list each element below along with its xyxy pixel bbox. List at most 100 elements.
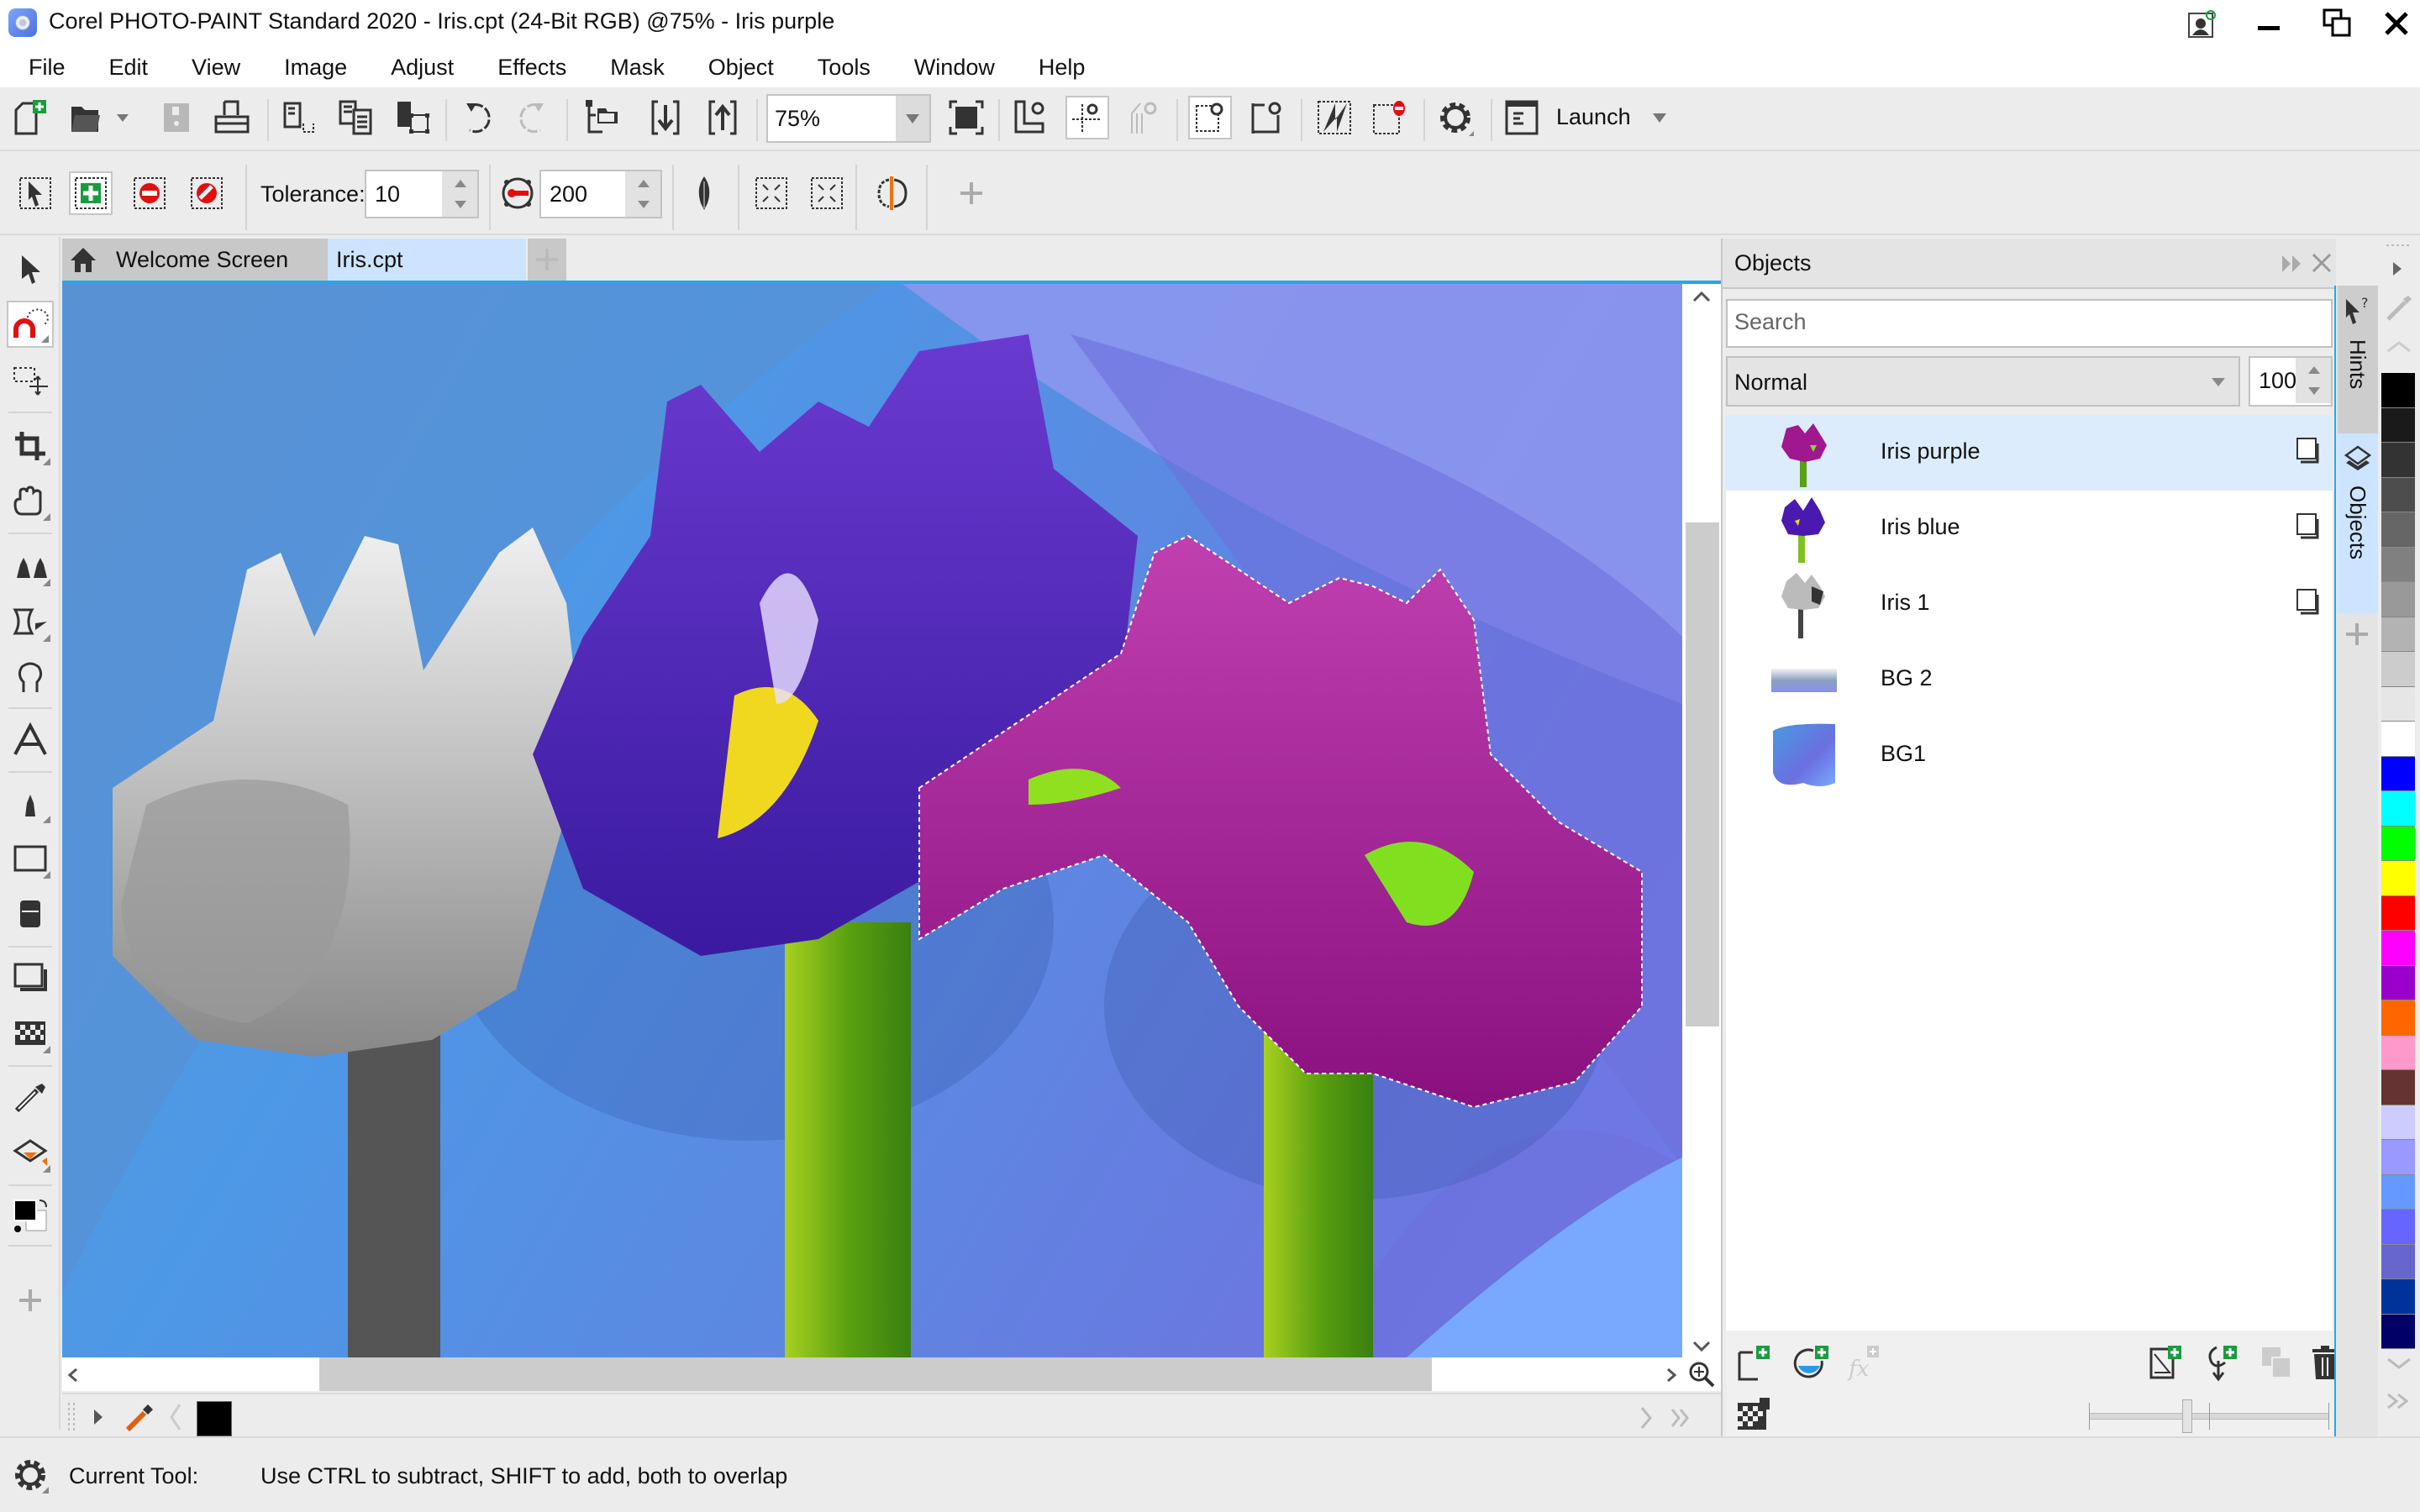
- object-search-input[interactable]: Search: [1726, 299, 2333, 348]
- scroll-left-icon[interactable]: [168, 1403, 183, 1431]
- color-swatch[interactable]: [2381, 756, 2415, 791]
- color-swatch[interactable]: [2381, 826, 2415, 861]
- menu-edit[interactable]: Edit: [104, 51, 154, 84]
- anti-alias-button[interactable]: [871, 171, 914, 215]
- add-docker-icon[interactable]: [2344, 622, 2370, 647]
- crop-tool[interactable]: [7, 422, 54, 469]
- additive-mode-button[interactable]: [69, 171, 113, 215]
- object-row-iris-1[interactable]: Iris 1: [1726, 566, 2333, 642]
- color-swatch[interactable]: [2381, 512, 2415, 548]
- mask-transform-tool[interactable]: [7, 356, 54, 403]
- color-swatch[interactable]: [2381, 373, 2415, 408]
- color-swatch[interactable]: [2381, 1244, 2415, 1279]
- tolerance-spin-arrows[interactable]: [442, 171, 477, 217]
- eyedropper-icon[interactable]: [123, 1401, 155, 1433]
- image-canvas[interactable]: [62, 284, 1682, 1357]
- launch-icon-button[interactable]: [1501, 96, 1544, 139]
- gear-icon[interactable]: [12, 1457, 50, 1495]
- color-swatch[interactable]: [2381, 617, 2415, 652]
- horizontal-scrollbar[interactable]: [62, 1357, 1682, 1391]
- navigator-button[interactable]: [1682, 1357, 1721, 1391]
- eyedropper-icon[interactable]: [2385, 294, 2413, 323]
- color-swatch[interactable]: [2381, 895, 2415, 931]
- vertical-scrollbar[interactable]: [1682, 284, 1721, 1357]
- minimize-button[interactable]: [2244, 3, 2294, 44]
- save-button[interactable]: [155, 96, 198, 139]
- pan-tool[interactable]: [7, 477, 54, 524]
- color-swatch[interactable]: [2381, 1140, 2415, 1175]
- mask-overlay-button[interactable]: [1245, 96, 1289, 139]
- launch-dropdown[interactable]: [1647, 96, 1672, 139]
- menu-adjust[interactable]: Adjust: [386, 51, 459, 84]
- liquid-tool[interactable]: [7, 654, 54, 701]
- touch-up-tool[interactable]: [7, 598, 54, 645]
- customize-property-bar-button[interactable]: [950, 171, 993, 215]
- palette-menu-arrow-icon[interactable]: [2391, 260, 2403, 277]
- color-swatch[interactable]: [2381, 686, 2415, 722]
- export-button[interactable]: [701, 96, 744, 139]
- expand-palette-icon[interactable]: [2386, 1391, 2412, 1411]
- color-swatch[interactable]: [2381, 443, 2415, 478]
- color-swatch[interactable]: [2381, 1210, 2415, 1245]
- collapse-docker-icon[interactable]: [2281, 254, 2304, 274]
- launch-button[interactable]: Launch: [1556, 104, 1631, 130]
- add-tool-button[interactable]: [7, 1277, 54, 1324]
- color-swatch[interactable]: [2381, 1035, 2415, 1070]
- create-mask-button[interactable]: [2146, 1342, 2186, 1383]
- import-button[interactable]: [644, 96, 687, 139]
- color-swatch[interactable]: [2381, 931, 2415, 966]
- opacity-spin-arrows[interactable]: [2296, 358, 2331, 403]
- new-button[interactable]: [8, 96, 52, 139]
- drop-shadow-tool[interactable]: [7, 954, 54, 1001]
- invert-mask-button[interactable]: [1313, 96, 1356, 139]
- effects-button[interactable]: fx: [1844, 1342, 1884, 1383]
- object-row-iris-blue[interactable]: Iris blue: [1726, 491, 2333, 566]
- menu-tools[interactable]: Tools: [813, 51, 876, 84]
- undo-button[interactable]: [455, 96, 499, 139]
- scroll-down-icon[interactable]: [2386, 1357, 2412, 1371]
- opacity-slider[interactable]: [2089, 1399, 2329, 1433]
- menu-help[interactable]: Help: [1034, 51, 1091, 84]
- opacity-slider-thumb[interactable]: [2182, 1399, 2192, 1433]
- menu-mask[interactable]: Mask: [605, 51, 670, 84]
- eraser-tool[interactable]: [7, 890, 54, 937]
- scroll-right-icon[interactable]: [1639, 1406, 1654, 1430]
- color-swatch[interactable]: [2381, 547, 2415, 582]
- account-button[interactable]: [2176, 3, 2227, 44]
- paste-button[interactable]: [392, 96, 435, 139]
- xor-mode-button[interactable]: [185, 171, 229, 215]
- normal-mode-button[interactable]: [13, 171, 57, 215]
- object-copy-icon[interactable]: [2296, 437, 2323, 465]
- close-button[interactable]: [2371, 3, 2420, 44]
- tab-iris-cpt[interactable]: Iris.cpt: [328, 239, 526, 281]
- color-swatch[interactable]: [2381, 1000, 2415, 1036]
- open-button[interactable]: [64, 96, 108, 139]
- color-swatch[interactable]: [2381, 1279, 2415, 1315]
- menu-image[interactable]: Image: [279, 51, 352, 84]
- color-swatch[interactable]: [2381, 1314, 2415, 1349]
- color-swatch[interactable]: [2381, 1070, 2415, 1105]
- color-swatch[interactable]: [2381, 477, 2415, 512]
- effect-tool[interactable]: [7, 543, 54, 590]
- tab-hints[interactable]: ? Hints: [2338, 286, 2378, 433]
- cut-button[interactable]: [277, 96, 321, 139]
- menu-object[interactable]: Object: [703, 51, 779, 84]
- object-row-bg-2[interactable]: BG 2: [1726, 642, 2333, 717]
- restore-button[interactable]: [2312, 3, 2363, 44]
- radius-spin-arrows[interactable]: [625, 171, 660, 217]
- subtractive-mode-button[interactable]: [128, 171, 171, 215]
- color-swatch[interactable]: [2381, 652, 2415, 687]
- color-swatch[interactable]: [2381, 407, 2415, 443]
- menu-window[interactable]: Window: [909, 51, 1000, 84]
- print-button[interactable]: [210, 96, 254, 139]
- scroll-end-icon[interactable]: [1670, 1406, 1692, 1430]
- zoom-dropdown-button[interactable]: [896, 96, 929, 141]
- close-icon[interactable]: [2311, 252, 2333, 274]
- color-swatch[interactable]: [2381, 1174, 2415, 1210]
- radius-spinbox[interactable]: 200: [539, 170, 662, 218]
- zoom-to-fit-button[interactable]: [944, 96, 988, 139]
- new-tab-button[interactable]: [528, 239, 566, 281]
- new-object-button[interactable]: [1734, 1342, 1775, 1383]
- tolerance-spinbox[interactable]: 10: [365, 170, 479, 218]
- expand-mask-button[interactable]: [750, 171, 793, 215]
